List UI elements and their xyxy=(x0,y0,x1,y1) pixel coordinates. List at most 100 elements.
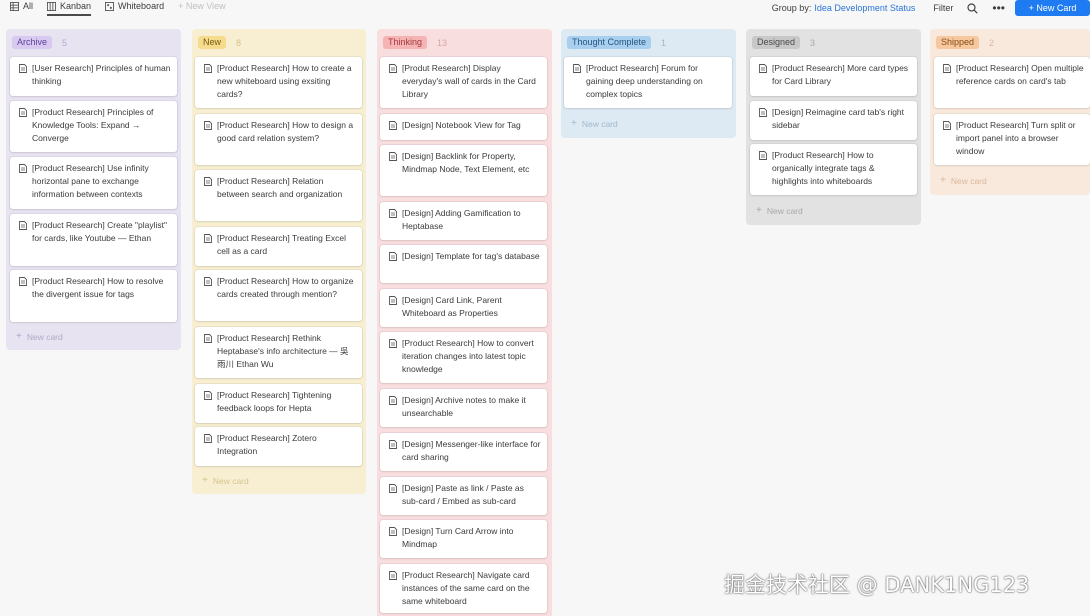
card-title: [Product Research] Rethink Heptabase's i… xyxy=(217,333,349,369)
add-card-button[interactable]: + New card xyxy=(756,205,803,216)
document-icon xyxy=(204,434,212,443)
document-icon xyxy=(19,64,27,73)
add-card-button[interactable]: + New card xyxy=(16,331,63,342)
card-title: [Product Research] Create "playlist" for… xyxy=(32,220,168,243)
card-title: [Product Research] How to design a good … xyxy=(217,120,354,143)
add-card-button[interactable]: + New card xyxy=(571,118,618,129)
card-title: [Design] Archive notes to make it unsear… xyxy=(402,395,526,418)
plus-icon: + xyxy=(202,475,208,486)
table-icon xyxy=(10,1,19,11)
document-icon xyxy=(204,334,212,343)
card[interactable]: [Design] Archive notes to make it unsear… xyxy=(380,389,547,427)
card[interactable]: [Product Research] Navigate card instanc… xyxy=(380,564,547,613)
card[interactable]: [Product Research] Relation between sear… xyxy=(195,170,362,221)
card[interactable]: [Product Research] Rethink Heptabase's i… xyxy=(195,327,362,378)
card-title: [Product Research] Use infinity horizont… xyxy=(32,163,149,199)
card[interactable]: [Product Research] How to design a good … xyxy=(195,114,362,165)
status-badge: New xyxy=(198,36,227,49)
document-icon xyxy=(389,484,397,493)
card[interactable]: [Product Research] How to create a new w… xyxy=(195,57,362,108)
document-icon xyxy=(204,277,212,286)
plus-icon: + xyxy=(571,118,577,129)
add-card-label: New card xyxy=(766,205,803,216)
search-icon[interactable] xyxy=(967,2,979,14)
column-count: 1 xyxy=(661,37,667,48)
card-title: [Product Research] How to organize cards… xyxy=(217,276,354,299)
card[interactable]: [Product Research] How to resolve the di… xyxy=(10,270,177,322)
card[interactable]: [Product Research] Create "playlist" for… xyxy=(10,214,177,266)
column-new: New 8 [Product Research] How to create a… xyxy=(192,29,366,494)
card[interactable]: [Product Research] Treating Excel cell a… xyxy=(195,227,362,266)
status-badge: Thought Complete xyxy=(567,36,652,49)
card[interactable]: [Design] Reimagine card tab's right side… xyxy=(750,101,917,140)
card[interactable]: [Design] Paste as link / Paste as sub-ca… xyxy=(380,477,547,515)
document-icon xyxy=(19,221,27,230)
card-title: [Product Research] Turn split or import … xyxy=(956,120,1076,156)
more-options-button[interactable]: ••• xyxy=(992,2,1005,14)
group-by[interactable]: Group by: Idea Development Status xyxy=(772,3,916,13)
plus-icon: + xyxy=(940,175,946,186)
card-title: [Design] Turn Card Arrow into Mindmap xyxy=(402,526,514,549)
new-card-button[interactable]: + New Card xyxy=(1015,0,1090,16)
card[interactable]: [Product Research] Forum for gaining dee… xyxy=(564,57,732,108)
status-badge: Archive xyxy=(12,36,53,49)
card-title: [Product Research] Navigate card instanc… xyxy=(402,570,530,606)
document-icon xyxy=(389,396,397,405)
column-designed: Designed 3 [Product Research] More card … xyxy=(746,29,921,225)
card[interactable]: [Design] Template for tag's database xyxy=(380,245,547,283)
group-by-label: Group by: xyxy=(771,3,812,13)
column-shipped: Shipped 2 [Product Research] Open multip… xyxy=(930,29,1090,195)
add-card-button[interactable]: + New card xyxy=(940,175,987,186)
card[interactable]: [Design] Notebook View for Tag xyxy=(380,114,547,140)
document-icon xyxy=(389,252,397,261)
tab-whiteboard-label: Whiteboard xyxy=(118,1,165,11)
card[interactable]: [Product Research] More card types for C… xyxy=(750,57,917,96)
card[interactable]: [Design] Card Link, Parent Whiteboard as… xyxy=(380,289,547,327)
card[interactable]: [Product Research] Zotero Integration xyxy=(195,427,362,466)
card-title: [Design] Card Link, Parent Whiteboard as… xyxy=(402,295,502,318)
add-card-label: New card xyxy=(581,118,618,129)
card[interactable]: [Design] Turn Card Arrow into Mindmap xyxy=(380,520,547,558)
add-card-label: New card xyxy=(950,175,987,186)
card-title: [Product Research] How to organically in… xyxy=(772,150,875,186)
add-card-button[interactable]: + New card xyxy=(202,475,249,486)
status-badge: Designed xyxy=(752,36,801,49)
tab-whiteboard[interactable]: Whiteboard xyxy=(105,0,164,12)
filter-button[interactable]: Filter xyxy=(933,3,953,13)
tab-kanban[interactable]: Kanban xyxy=(47,0,92,16)
column-header: Thought Complete 1 xyxy=(567,36,666,49)
add-card-label: New card xyxy=(26,331,63,342)
card[interactable]: [Design] Adding Gamification to Heptabas… xyxy=(380,202,547,240)
card[interactable]: [Product Research] How to organically in… xyxy=(750,144,917,195)
document-icon xyxy=(389,152,397,161)
group-by-value[interactable]: Idea Development Status xyxy=(814,3,915,13)
card[interactable]: [Design] Messenger-like interface for ca… xyxy=(380,433,547,471)
document-icon xyxy=(389,121,397,130)
card[interactable]: [User Research] Principles of human thin… xyxy=(10,57,177,96)
card-title: [Design] Backlink for Property, Mindmap … xyxy=(402,151,530,174)
document-icon xyxy=(759,108,767,117)
card-title: [Product Research] Relation between sear… xyxy=(217,176,343,199)
card-title: [Product Research] Forum for gaining dee… xyxy=(586,63,703,99)
column-header: Designed 3 xyxy=(752,36,815,49)
card[interactable]: [Produt Research] Display everyday's wal… xyxy=(380,57,547,108)
card[interactable]: [Product Research] Tightening feedback l… xyxy=(195,384,362,423)
tab-kanban-label: Kanban xyxy=(60,1,92,11)
document-icon xyxy=(573,64,581,73)
card[interactable]: [Product Research] Principles of Knowled… xyxy=(10,101,177,152)
card-title: [Design] Template for tag's database xyxy=(402,251,540,261)
card[interactable]: [Product Research] Turn split or import … xyxy=(934,114,1090,165)
card-title: [Product Research] Open multiple referen… xyxy=(956,63,1084,86)
status-badge: Shipped xyxy=(936,36,980,49)
card-title: [Product Research] Zotero Integration xyxy=(217,433,317,456)
card[interactable]: [Design] Backlink for Property, Mindmap … xyxy=(380,145,547,196)
new-view-button[interactable]: + New View xyxy=(178,0,226,12)
card[interactable]: [Product Research] How to organize cards… xyxy=(195,270,362,321)
card[interactable]: [Product Research] Open multiple referen… xyxy=(934,57,1090,108)
document-icon xyxy=(389,339,397,348)
card[interactable]: [Product Research] Use infinity horizont… xyxy=(10,157,177,209)
card[interactable]: [Product Research] How to convert iterat… xyxy=(380,332,547,383)
add-card-label: New card xyxy=(212,475,249,486)
tab-all[interactable]: All xyxy=(10,0,33,12)
watermark: 掘金技术社区 @ DANK1NG123 xyxy=(724,573,1030,597)
